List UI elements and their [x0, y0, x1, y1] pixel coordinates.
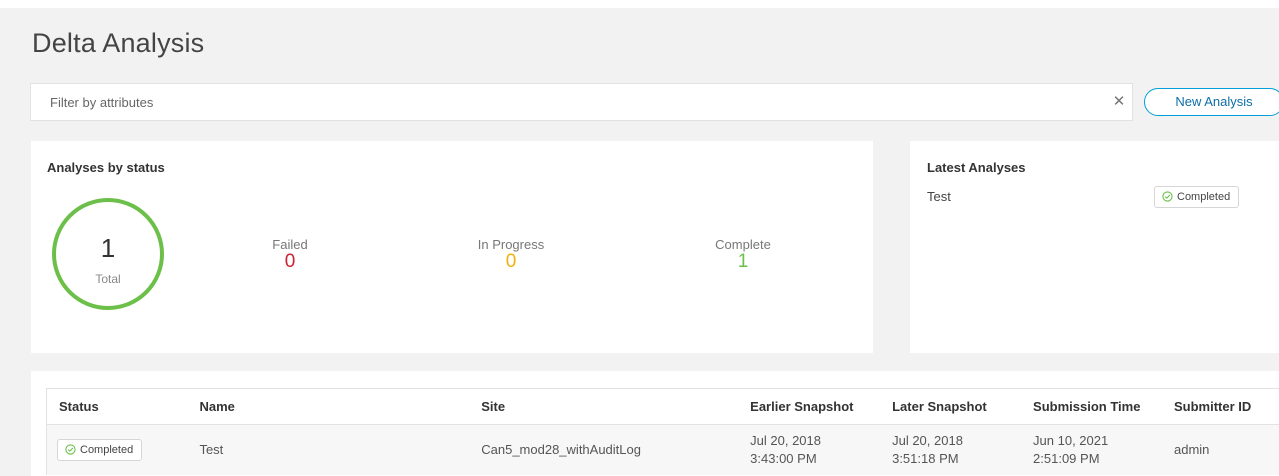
column-header-site[interactable]: Site: [469, 389, 738, 425]
site-cell: Can5_mod28_withAuditLog: [469, 424, 739, 475]
check-circle-icon: [1162, 191, 1173, 202]
later-snapshot-cell: Jul 20, 2018 3:51:18 PM: [880, 424, 1022, 475]
complete-label: Complete: [715, 237, 771, 252]
column-header-status[interactable]: Status: [46, 388, 188, 425]
filter-bar: ✕: [30, 83, 1133, 121]
table-row[interactable]: Completed Test Can5_mod28_withAuditLog J…: [46, 424, 1279, 475]
page-title: Delta Analysis: [32, 28, 205, 58]
latest-analyses-card: Latest Analyses Test Completed: [910, 141, 1279, 353]
submitter-id-cell: admin: [1161, 424, 1279, 475]
column-header-earlier-snapshot[interactable]: Earlier Snapshot: [738, 389, 880, 425]
card-title: Analyses by status: [47, 160, 165, 175]
submission-time: 2:51:09 PM: [1033, 450, 1100, 466]
new-analysis-button[interactable]: New Analysis: [1144, 88, 1279, 116]
submission-date: Jun 10, 2021: [1033, 432, 1109, 448]
in-progress-count: 0: [505, 251, 517, 272]
filter-input[interactable]: [31, 84, 1091, 120]
column-header-submitter-id[interactable]: Submitter ID: [1162, 389, 1279, 425]
top-strip: [0, 0, 1279, 8]
status-badge: Completed: [57, 438, 143, 461]
earlier-snapshot-time: 3:43:00 PM: [750, 450, 817, 466]
later-snapshot-date: Jul 20, 2018: [892, 432, 963, 448]
total-count: 1: [100, 233, 116, 263]
complete-stat: Complete 1: [683, 237, 803, 273]
analyses-table-card: Status Name Site Earlier Snapshot Later …: [31, 371, 1279, 476]
submission-time-cell: Jun 10, 2021 2:51:09 PM: [1021, 424, 1162, 475]
status-badge: Completed: [1154, 186, 1240, 208]
later-snapshot-time: 3:51:18 PM: [892, 450, 959, 466]
name-cell: Test: [187, 424, 470, 475]
column-header-later-snapshot[interactable]: Later Snapshot: [880, 389, 1021, 425]
card-title: Latest Analyses: [927, 160, 1026, 175]
column-header-name[interactable]: Name: [187, 389, 469, 425]
failed-label: Failed: [272, 237, 308, 252]
analyses-table: Status Name Site Earlier Snapshot Later …: [46, 388, 1279, 475]
status-badge-label: Completed: [1177, 191, 1231, 203]
latest-analysis-name[interactable]: Test: [927, 189, 951, 204]
in-progress-label: In Progress: [477, 237, 545, 252]
total-label: Total: [95, 272, 121, 286]
status-cell: Completed: [46, 424, 188, 475]
failed-count: 0: [284, 251, 296, 272]
check-circle-icon: [65, 444, 76, 455]
complete-count: 1: [737, 251, 749, 272]
failed-stat: Failed 0: [230, 237, 350, 273]
earlier-snapshot-cell: Jul 20, 2018 3:43:00 PM: [738, 424, 881, 475]
column-header-submission-time[interactable]: Submission Time: [1021, 389, 1162, 425]
analyses-by-status-card: Analyses by status 1 Total Failed 0 In P…: [31, 141, 873, 353]
close-icon[interactable]: ✕: [1111, 94, 1127, 110]
earlier-snapshot-date: Jul 20, 2018: [750, 432, 821, 448]
table-header-row: Status Name Site Earlier Snapshot Later …: [46, 388, 1279, 425]
status-badge-label: Completed: [80, 443, 134, 456]
in-progress-stat: In Progress 0: [451, 237, 571, 273]
